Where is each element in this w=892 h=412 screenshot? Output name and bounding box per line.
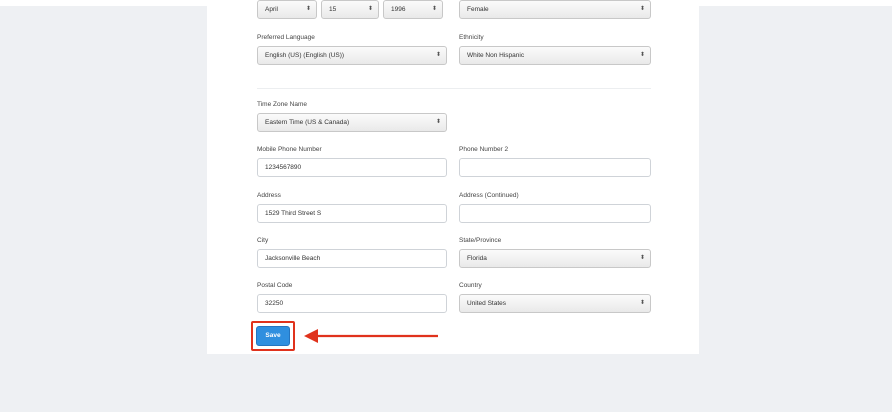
updown-caret-icon: ⬍ [639, 255, 645, 261]
address-label: Address [257, 192, 281, 199]
updown-caret-icon: ⬍ [367, 6, 373, 12]
postal-code-value: 32250 [265, 300, 284, 307]
time-zone-value: Eastern Time (US & Canada) [265, 119, 350, 126]
birth-day-value: 15 [329, 6, 337, 13]
updown-caret-icon: ⬍ [435, 52, 441, 58]
ethnicity-label: Ethnicity [459, 34, 484, 41]
state-label: State/Province [459, 237, 502, 244]
address2-label: Address (Continued) [459, 192, 519, 199]
state-value: Florida [467, 255, 487, 262]
updown-caret-icon: ⬍ [431, 6, 437, 12]
updown-caret-icon: ⬍ [639, 52, 645, 58]
preferred-language-label: Preferred Language [257, 34, 315, 41]
city-value: Jacksonville Beach [265, 255, 321, 262]
mobile-phone-label: Mobile Phone Number [257, 146, 322, 153]
birth-day-select[interactable]: 15 ⬍ [321, 0, 379, 19]
updown-caret-icon: ⬍ [639, 6, 645, 12]
ethnicity-select[interactable]: White Non Hispanic ⬍ [459, 46, 651, 65]
city-label: City [257, 237, 269, 244]
country-label: Country [459, 282, 482, 289]
gender-select[interactable]: Female ⬍ [459, 0, 651, 19]
country-value: United States [467, 300, 507, 307]
mobile-phone-input[interactable]: 1234567890 [257, 158, 447, 177]
updown-caret-icon: ⬍ [305, 6, 311, 12]
postal-code-label: Postal Code [257, 282, 293, 289]
updown-caret-icon: ⬍ [435, 119, 441, 125]
country-select[interactable]: United States ⬍ [459, 294, 651, 313]
time-zone-label: Time Zone Name [257, 101, 307, 108]
preferred-language-select[interactable]: English (US) (English (US)) ⬍ [257, 46, 447, 65]
postal-code-input[interactable]: 32250 [257, 294, 447, 313]
ethnicity-value: White Non Hispanic [467, 52, 525, 59]
birth-year-select[interactable]: 1996 ⬍ [383, 0, 443, 19]
mobile-phone-value: 1234567890 [265, 164, 302, 171]
address-input[interactable]: 1529 Third Street S [257, 204, 447, 223]
city-input[interactable]: Jacksonville Beach [257, 249, 447, 268]
phone2-input[interactable] [459, 158, 651, 177]
save-button[interactable]: Save [256, 326, 290, 346]
profile-form-panel: April ⬍ 15 ⬍ 1996 ⬍ Female ⬍ Preferred L… [207, 0, 699, 354]
address2-input[interactable] [459, 204, 651, 223]
section-divider [257, 88, 651, 89]
state-select[interactable]: Florida ⬍ [459, 249, 651, 268]
birth-month-value: April [265, 6, 279, 13]
address-value: 1529 Third Street S [265, 210, 322, 217]
arrow-left-icon [304, 329, 438, 343]
time-zone-select[interactable]: Eastern Time (US & Canada) ⬍ [257, 113, 447, 132]
gender-value: Female [467, 6, 489, 13]
birth-year-value: 1996 [391, 6, 406, 13]
preferred-language-value: English (US) (English (US)) [265, 52, 345, 59]
phone2-label: Phone Number 2 [459, 146, 509, 153]
birth-month-select[interactable]: April ⬍ [257, 0, 317, 19]
updown-caret-icon: ⬍ [639, 300, 645, 306]
